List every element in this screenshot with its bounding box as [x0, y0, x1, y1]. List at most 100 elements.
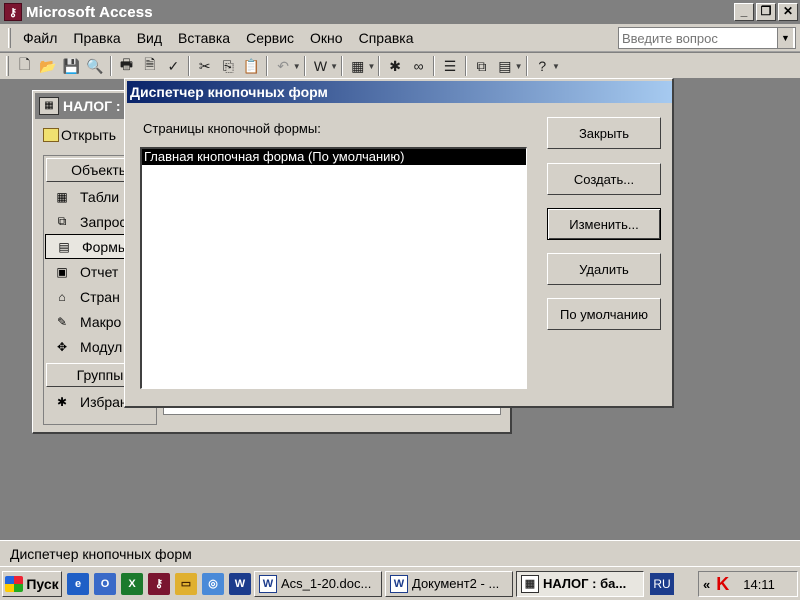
page-icon: ⌂ — [58, 289, 66, 304]
open-icon[interactable]: 📂 — [38, 56, 57, 76]
toolbar-separator — [378, 56, 381, 76]
new-object-icon[interactable]: ▤ — [495, 56, 514, 76]
object-label: Формы — [82, 238, 128, 255]
open-button[interactable]: Открыть — [43, 127, 116, 143]
new-icon[interactable]: 🗋 — [15, 56, 34, 76]
object-label: Запрос — [80, 213, 127, 230]
script-icon[interactable]: ∞ — [409, 56, 428, 76]
object-label: Стран — [80, 288, 120, 305]
folder-icon[interactable]: ▭ — [175, 572, 197, 595]
form-icon: ▤ — [58, 239, 70, 254]
toolbar-separator — [433, 56, 436, 76]
copy-icon[interactable]: ⎘ — [218, 56, 237, 76]
ask-question-input[interactable] — [619, 30, 777, 46]
close-button[interactable]: Закрыть — [547, 117, 661, 149]
access-db-icon: ▦ — [521, 574, 539, 593]
network-icon[interactable]: ◎ — [202, 572, 224, 595]
delete-button[interactable]: Удалить — [547, 253, 661, 285]
restore-button[interactable]: ❐ — [756, 3, 776, 21]
access-db-icon: ▦ — [39, 97, 59, 115]
menu-help[interactable]: Справка — [351, 30, 422, 46]
antivirus-icon[interactable]: K — [716, 574, 729, 595]
outlook-icon[interactable]: O — [94, 572, 116, 595]
menu-insert[interactable]: Вставка — [170, 30, 238, 46]
close-button[interactable]: ✕ — [778, 3, 798, 21]
excel-icon[interactable]: X — [121, 572, 143, 595]
query-icon: ⧉ — [57, 214, 67, 228]
print-preview-icon[interactable]: 🗎 — [140, 56, 159, 76]
open-label: Открыть — [61, 127, 116, 143]
start-button[interactable]: Пуск — [2, 570, 62, 597]
object-label: Отчет — [80, 263, 119, 280]
database-toolbar: 🗋 📂 💾 🔍 🖶 🗎 ✓ ✂ ⎘ 📋 ↶ ▼ W ▼ ▦ ▼ ✱ ∞ ☰ ⧉ … — [0, 53, 560, 79]
chevron-down-icon[interactable]: ▼ — [330, 62, 338, 71]
windows-logo-icon — [5, 575, 24, 592]
macro-icon: ✎ — [56, 314, 68, 329]
menu-view[interactable]: Вид — [129, 30, 170, 46]
print-icon[interactable]: 🖶 — [117, 56, 136, 76]
window-controls: _ ❐ ✕ — [734, 3, 798, 21]
object-label: Модул — [80, 338, 123, 355]
show-hidden-icons-button[interactable]: « — [703, 577, 710, 592]
status-bar: Диспетчер кнопочных форм — [0, 540, 800, 566]
module-icon: ✥ — [56, 339, 68, 354]
code-icon[interactable]: ✱ — [385, 56, 404, 76]
menu-grip[interactable] — [8, 27, 11, 48]
access-key-icon[interactable]: ⚷ — [4, 3, 22, 21]
title-bar: ⚷ Microsoft Access _ ❐ ✕ — [0, 0, 800, 24]
toolbar-grip[interactable] — [6, 56, 9, 76]
chevron-down-icon[interactable]: ▼ — [368, 62, 376, 71]
menu-window[interactable]: Окно — [302, 30, 351, 46]
pages-list-label: Страницы кнопочной формы: — [143, 121, 321, 136]
menu-edit[interactable]: Правка — [65, 30, 128, 46]
access-icon[interactable]: ⚷ — [148, 572, 170, 595]
chevron-down-icon[interactable]: ▼ — [552, 62, 560, 71]
dialog-title-bar[interactable]: Диспетчер кнопочных форм — [127, 81, 672, 103]
taskbar: Пуск e O X ⚷ ▭ ◎ W W Acs_1-20.doc... W Д… — [0, 566, 800, 600]
minimize-button[interactable]: _ — [734, 3, 754, 21]
analyze-icon[interactable]: ▦ — [348, 56, 367, 76]
group-label: Избран — [80, 393, 128, 410]
chevron-down-icon[interactable]: ▼ — [515, 62, 523, 71]
make-default-button[interactable]: По умолчанию — [547, 298, 661, 330]
task-label: НАЛОГ : ба... — [543, 576, 627, 591]
undo-icon[interactable]: ↶ — [273, 56, 292, 76]
menu-bar: Файл Правка Вид Вставка Сервис Окно Спра… — [0, 24, 800, 52]
list-item[interactable]: Главная кнопочная форма (По умолчанию) — [142, 149, 526, 165]
task-button-document2[interactable]: W Документ2 - ... — [385, 570, 513, 597]
menu-file[interactable]: Файл — [15, 30, 65, 46]
internet-explorer-icon[interactable]: e — [67, 572, 89, 595]
task-button-nalog[interactable]: ▦ НАЛОГ : ба... — [516, 570, 644, 597]
chevron-down-icon[interactable]: ▼ — [293, 62, 301, 71]
spelling-icon[interactable]: ✓ — [164, 56, 183, 76]
app-title: Microsoft Access — [26, 3, 153, 21]
properties-icon[interactable]: ☰ — [440, 56, 459, 76]
database-window-title: НАЛОГ : — [63, 98, 121, 114]
language-indicator[interactable]: RU — [650, 572, 674, 595]
toolbar-separator — [303, 56, 306, 76]
clock[interactable]: 14:11 — [743, 577, 775, 592]
switchboard-pages-list[interactable]: Главная кнопочная форма (По умолчанию) — [140, 147, 527, 389]
paste-icon[interactable]: 📋 — [242, 56, 261, 76]
office-links-icon[interactable]: W — [311, 56, 330, 76]
relationships-icon[interactable]: ⧉ — [472, 56, 491, 76]
help-icon[interactable]: ? — [533, 56, 552, 76]
cut-icon[interactable]: ✂ — [195, 56, 214, 76]
word-icon: W — [259, 574, 277, 593]
start-label: Пуск — [26, 575, 59, 592]
menu-tools[interactable]: Сервис — [238, 30, 302, 46]
table-icon: ▦ — [56, 189, 68, 204]
save-icon[interactable]: 💾 — [62, 56, 81, 76]
system-tray: « K 14:11 — [698, 571, 798, 597]
object-label: Табли — [80, 188, 120, 205]
task-button-acs-doc[interactable]: W Acs_1-20.doc... — [254, 570, 382, 597]
task-label: Acs_1-20.doc... — [281, 576, 372, 591]
edit-button[interactable]: Изменить... — [547, 208, 661, 240]
word-icon: W — [390, 574, 408, 593]
chevron-down-icon[interactable]: ▼ — [777, 28, 793, 48]
search-icon[interactable]: 🔍 — [85, 56, 104, 76]
ask-question-box: ▼ — [618, 27, 796, 49]
create-button[interactable]: Создать... — [547, 163, 661, 195]
switchboard-manager-dialog: Диспетчер кнопочных форм Страницы кнопоч… — [124, 78, 674, 408]
word-icon[interactable]: W — [229, 572, 251, 595]
